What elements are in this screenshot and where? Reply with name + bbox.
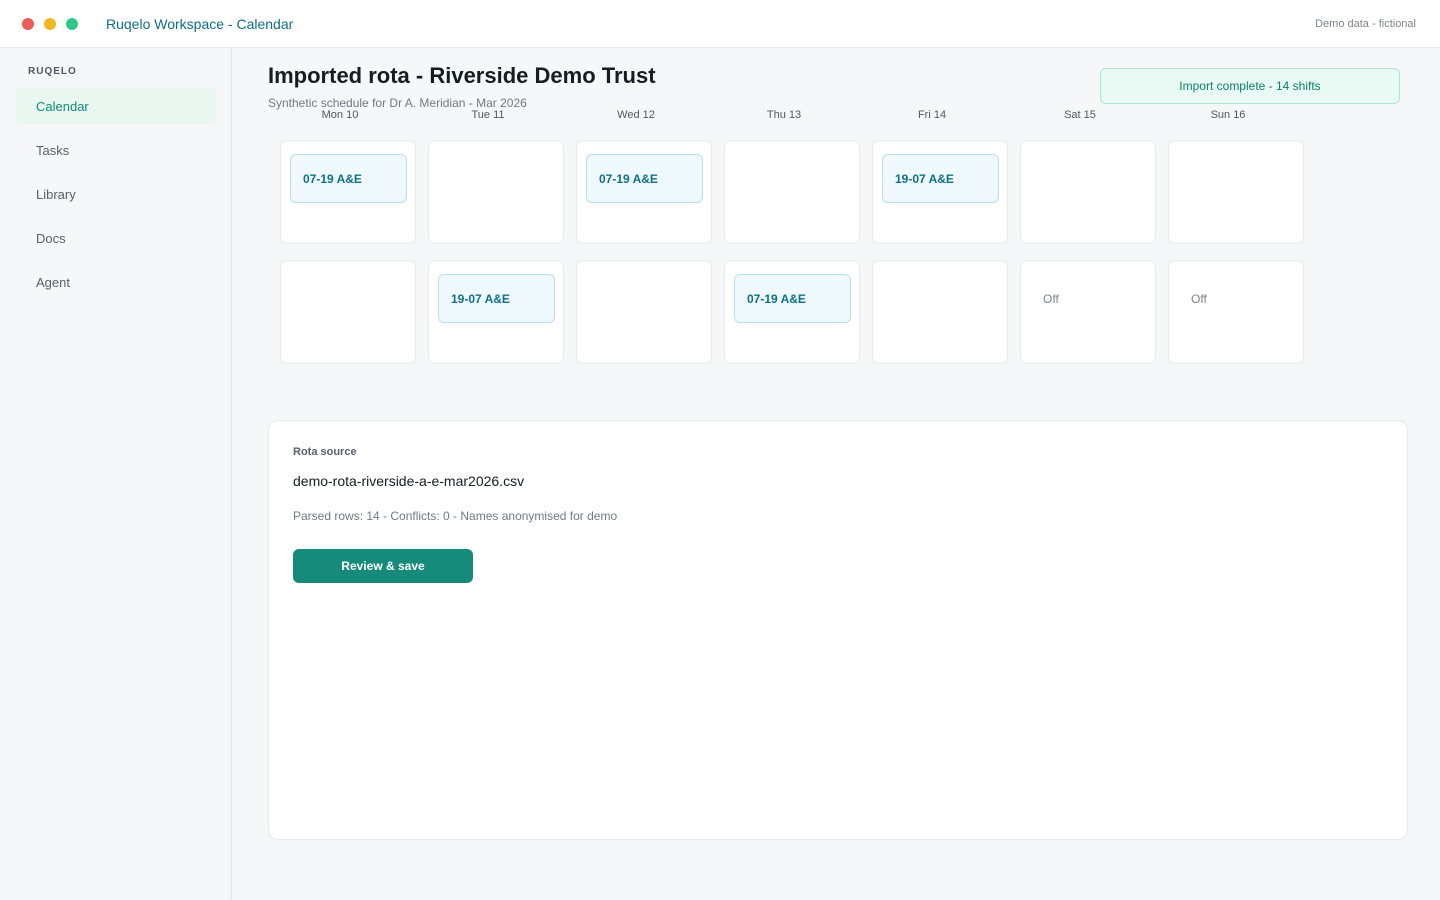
demo-data-note: Demo data - fictional (1315, 18, 1416, 30)
calendar-cell-week2-sun[interactable]: Off (1168, 260, 1304, 364)
app-title: Ruqelo Workspace - Calendar (106, 15, 294, 32)
shift-chip[interactable]: 07-19 A&E (734, 274, 851, 323)
rota-source-card: Rota source demo-rota-riverside-a-e-mar2… (268, 420, 1408, 840)
day-header-fri: Fri 14 (917, 109, 947, 121)
calendar-cell-week2-wed[interactable] (576, 260, 712, 364)
rota-source-filename: demo-rota-riverside-a-e-mar2026.csv (293, 473, 525, 489)
calendar-cell-tue-11[interactable] (428, 140, 564, 244)
sidebar-item-agent[interactable]: Agent (16, 264, 216, 300)
sidebar-item-library[interactable]: Library (16, 176, 216, 212)
maximize-window-button[interactable] (66, 17, 78, 30)
calendar-cell-mon-10[interactable]: 07-19 A&E (280, 140, 416, 244)
calendar-cell-thu-13[interactable] (724, 140, 860, 244)
off-label: Off (1191, 292, 1207, 306)
brand-label: RUQELO (28, 66, 77, 77)
import-status-badge: Import complete - 14 shifts (1100, 68, 1400, 104)
day-header-sat: Sat 15 (1064, 109, 1096, 121)
close-window-button[interactable] (22, 17, 34, 30)
off-label: Off (1043, 292, 1059, 306)
calendar-cell-week2-tue[interactable]: 19-07 A&E (428, 260, 564, 364)
calendar-cell-sun-16[interactable] (1168, 140, 1304, 244)
shift-chip[interactable]: 19-07 A&E (882, 154, 999, 203)
calendar-cell-fri-14[interactable]: 19-07 A&E (872, 140, 1008, 244)
calendar-cell-week2-fri[interactable] (872, 260, 1008, 364)
shift-chip[interactable]: 07-19 A&E (290, 154, 407, 203)
rota-source-meta: Parsed rows: 14 - Conflicts: 0 - Names a… (293, 509, 618, 523)
day-header-sun: Sun 16 (1210, 109, 1246, 121)
title-bar: Ruqelo Workspace - Calendar Demo data - … (0, 0, 1440, 48)
calendar-cell-week2-mon[interactable] (280, 260, 416, 364)
sidebar: RUQELO Calendar Tasks Library Docs Agent (0, 48, 232, 900)
day-header-thu: Thu 13 (766, 109, 802, 121)
sidebar-item-calendar[interactable]: Calendar (16, 88, 216, 124)
sidebar-item-tasks[interactable]: Tasks (16, 132, 216, 168)
rota-source-label: Rota source (293, 446, 357, 458)
calendar-cell-week2-thu[interactable]: 07-19 A&E (724, 260, 860, 364)
review-save-button[interactable]: Review & save (293, 549, 473, 583)
day-header-tue: Tue 11 (471, 109, 505, 121)
page-subtitle: Synthetic schedule for Dr A. Meridian - … (268, 96, 527, 110)
minimize-window-button[interactable] (44, 17, 56, 30)
shift-chip[interactable]: 19-07 A&E (438, 274, 555, 323)
sidebar-item-docs[interactable]: Docs (16, 220, 216, 256)
day-header-mon: Mon 10 (321, 109, 359, 121)
calendar-cell-week2-sat[interactable]: Off (1020, 260, 1156, 364)
calendar-cell-sat-15[interactable] (1020, 140, 1156, 244)
calendar-cell-wed-12[interactable]: 07-19 A&E (576, 140, 712, 244)
page-title: Imported rota - Riverside Demo Trust (268, 63, 656, 88)
shift-chip[interactable]: 07-19 A&E (586, 154, 703, 203)
day-header-wed: Wed 12 (617, 109, 655, 121)
window-controls (22, 17, 78, 30)
